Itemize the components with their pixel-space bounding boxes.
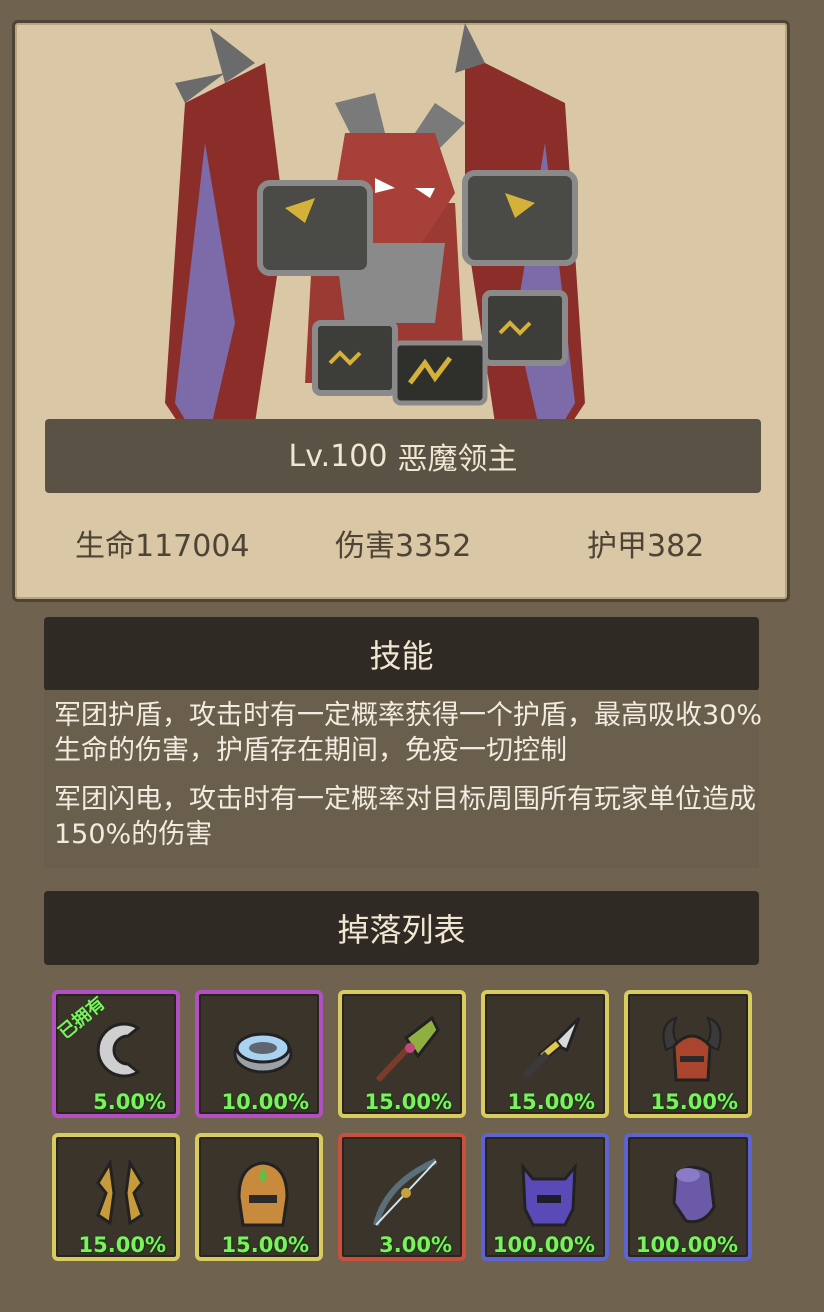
stat-armor-label: 护甲 xyxy=(587,529,647,564)
drop-item-ring[interactable]: 10.00% xyxy=(195,990,323,1118)
drop-list: 已拥有 5.00% 10.00% 15.00% 15.00% 15.00% 15… xyxy=(52,990,758,1270)
monster-level: Lv.100 xyxy=(288,438,388,474)
drop-rate: 15.00% xyxy=(221,1233,309,1257)
drop-rate: 5.00% xyxy=(93,1090,166,1114)
stat-hp: 生命117004 xyxy=(75,521,250,565)
horned-helmet-icon xyxy=(662,1016,722,1082)
monster-name: 恶魔领主 xyxy=(397,442,518,477)
stat-damage: 伤害3352 xyxy=(335,521,471,565)
drop-rate: 10.00% xyxy=(221,1090,309,1114)
drop-item-gauntlets[interactable]: 15.00% xyxy=(52,1133,180,1261)
drop-rate: 100.00% xyxy=(492,1233,595,1257)
gauntlets-icon xyxy=(96,1158,144,1226)
drop-item-cleaver[interactable]: 15.00% xyxy=(338,990,466,1118)
dagger-icon xyxy=(522,1016,581,1079)
bow-icon xyxy=(373,1158,438,1226)
drop-rate: 3.00% xyxy=(379,1233,452,1257)
monster-card: Lv.100 恶魔领主 生命117004 伤害3352 护甲382 xyxy=(12,20,790,602)
cleaver-icon xyxy=(375,1015,440,1083)
stat-armor-value: 382 xyxy=(647,529,705,564)
drops-header: 掉落列表 xyxy=(44,891,759,965)
drop-item-purple-armor[interactable]: 100.00% xyxy=(624,1133,752,1261)
purple-helmet-icon xyxy=(521,1162,577,1227)
drops-title: 掉落列表 xyxy=(337,911,466,949)
drop-item-bow[interactable]: 3.00% xyxy=(338,1133,466,1261)
stat-damage-value: 3352 xyxy=(395,529,472,564)
skill-description: 军团闪电，攻击时有一定概率对目标周围所有玩家单位造成150%的伤害 xyxy=(54,784,756,850)
stat-armor: 护甲382 xyxy=(587,521,704,565)
drop-rate: 15.00% xyxy=(507,1090,595,1114)
skills-title: 技能 xyxy=(369,637,434,675)
drop-item-gold-helmet[interactable]: 15.00% xyxy=(195,1133,323,1261)
drop-rate: 15.00% xyxy=(650,1090,738,1114)
drop-item-purple-helmet[interactable]: 100.00% xyxy=(481,1133,609,1261)
skill-description: 军团护盾，攻击时有一定概率获得一个护盾，最高吸收30%生命的伤害，护盾存在期间，… xyxy=(54,700,763,766)
skills-header: 技能 xyxy=(44,617,759,691)
purple-armor-icon xyxy=(672,1166,716,1224)
drop-rate: 15.00% xyxy=(364,1090,452,1114)
stat-hp-value: 117004 xyxy=(135,529,250,564)
gold-helmet-icon xyxy=(237,1161,289,1227)
stat-hp-label: 生命 xyxy=(75,529,135,564)
drop-item-dagger[interactable]: 15.00% xyxy=(481,990,609,1118)
drop-item-claw-ring[interactable]: 已拥有 5.00% xyxy=(52,990,180,1118)
drop-rate: 100.00% xyxy=(635,1233,738,1257)
drop-rate: 15.00% xyxy=(78,1233,166,1257)
ring-icon xyxy=(233,1032,293,1074)
monster-title-bar: Lv.100 恶魔领主 xyxy=(45,419,761,493)
drop-item-horned-helmet[interactable]: 15.00% xyxy=(624,990,752,1118)
stat-damage-label: 伤害 xyxy=(335,529,395,564)
monster-stats: 生命117004 伤害3352 护甲382 xyxy=(15,511,787,571)
